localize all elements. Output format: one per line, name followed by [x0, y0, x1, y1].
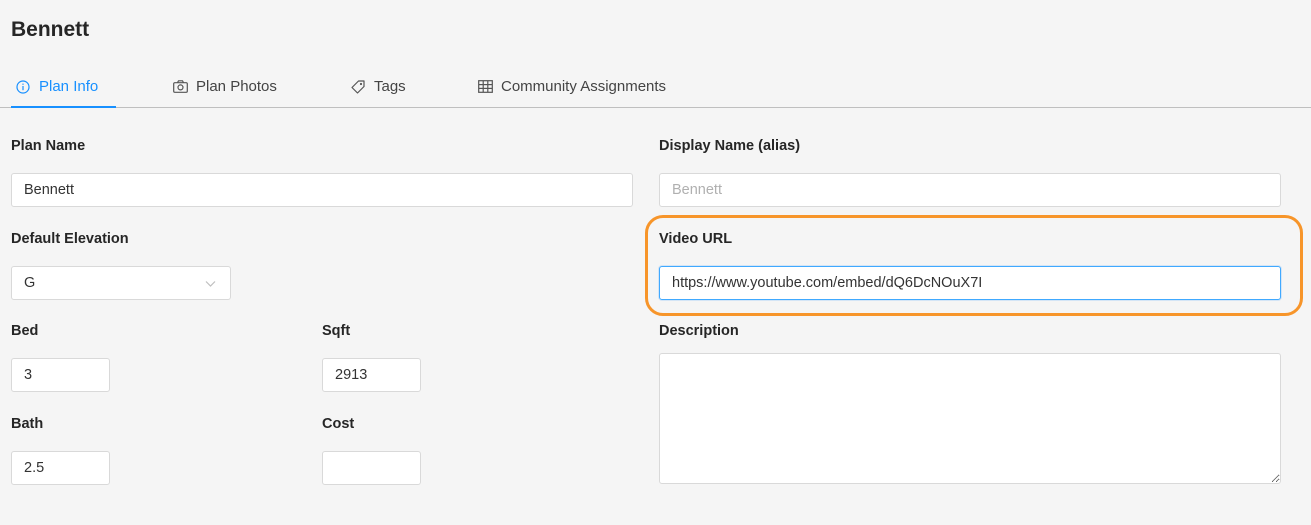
description-textarea[interactable] — [659, 353, 1281, 484]
page-title: Bennett — [11, 18, 90, 41]
table-icon — [477, 79, 493, 95]
tab-plan-photos[interactable]: Plan Photos — [172, 66, 277, 107]
cost-input[interactable] — [322, 451, 421, 485]
plan-name-label: Plan Name — [11, 138, 86, 154]
bed-input[interactable] — [11, 358, 110, 392]
tab-tags[interactable]: Tags — [350, 66, 406, 107]
bath-label: Bath — [11, 416, 44, 432]
tab-label: Plan Photos — [196, 78, 277, 95]
bed-label: Bed — [11, 323, 39, 339]
camera-icon — [172, 79, 188, 95]
display-name-label: Display Name (alias) — [659, 138, 801, 154]
cost-label: Cost — [322, 416, 355, 432]
video-url-label: Video URL — [659, 231, 733, 247]
tab-plan-info[interactable]: Plan Info — [11, 66, 117, 108]
sqft-input[interactable] — [322, 358, 421, 392]
tab-label: Plan Info — [39, 78, 99, 95]
info-circle-icon — [15, 79, 31, 95]
default-elevation-select[interactable]: G — [11, 266, 231, 300]
tab-label: Tags — [374, 78, 406, 95]
sqft-label: Sqft — [322, 323, 351, 339]
default-elevation-value: G — [24, 275, 36, 291]
plan-name-input[interactable] — [11, 173, 633, 207]
chevron-down-icon — [205, 277, 216, 293]
tab-label: Community Assignments — [501, 78, 667, 95]
plan-editor-page: Bennett Plan Info Plan Photos Tags Commu… — [0, 0, 1311, 525]
tag-icon — [350, 79, 366, 95]
bath-input[interactable] — [11, 451, 110, 485]
display-name-input[interactable] — [659, 173, 1281, 207]
default-elevation-label: Default Elevation — [11, 231, 129, 247]
description-label: Description — [659, 323, 739, 339]
tab-community-assignments[interactable]: Community Assignments — [477, 66, 666, 107]
tab-bar: Plan Info Plan Photos Tags Community Ass… — [0, 66, 1311, 108]
video-url-input[interactable] — [659, 266, 1281, 300]
